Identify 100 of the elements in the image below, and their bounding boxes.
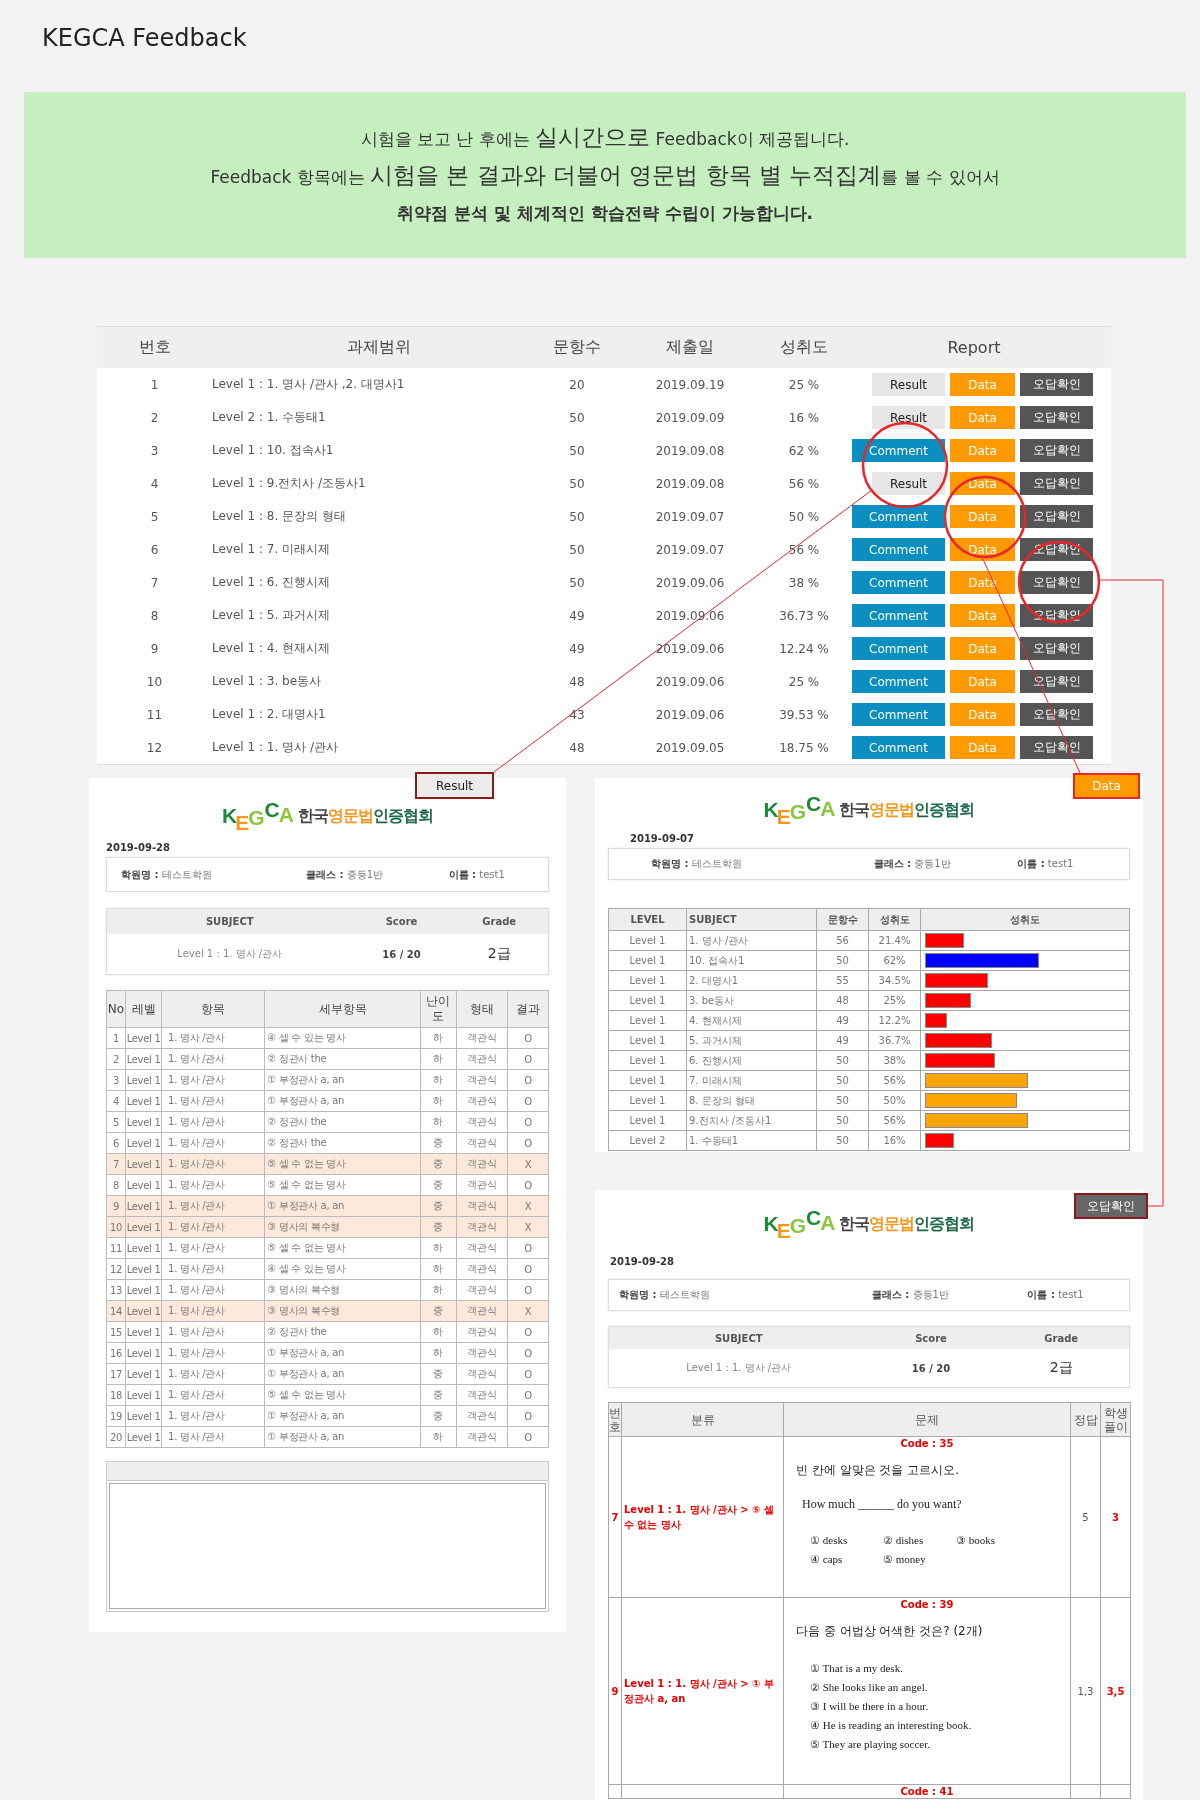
comment-button[interactable]: Comment — [852, 637, 945, 660]
table-cell-text: 49 — [568, 607, 586, 625]
wrong-answer-callout: 오답확인 — [1074, 1193, 1148, 1219]
info-text: 학원명 : 테스트학원 — [121, 867, 213, 882]
comment-button[interactable]: Comment — [852, 439, 945, 462]
table-cell-text: 3 — [149, 442, 160, 460]
table-cell: ① 부정관사 a, an — [264, 1090, 421, 1112]
data-button[interactable]: Data — [950, 604, 1015, 627]
table-cell-text: 50 — [568, 508, 586, 526]
table-cell-text: 8 — [149, 607, 160, 625]
table-cell: O — [507, 1321, 549, 1343]
table-cell: 하 — [420, 1027, 457, 1049]
table-cell-text: 38 % — [787, 574, 821, 592]
wrong-answer-button[interactable]: 오답확인 — [1020, 505, 1093, 528]
table-cell-text: Level 1 : 10. 접속사1 — [212, 442, 335, 459]
data-button[interactable]: Data — [950, 439, 1015, 462]
table-cell: 하 — [420, 1258, 457, 1280]
column-header: 난이도 — [420, 990, 457, 1028]
column-header: Score — [352, 908, 451, 934]
info-text: 이름 : test1 — [1027, 1288, 1085, 1302]
data-button[interactable]: Data — [950, 571, 1015, 594]
comment-button[interactable]: Comment — [852, 703, 945, 726]
wrong-answer-button[interactable]: 오답확인 — [1020, 472, 1093, 495]
table-cell: 하 — [420, 1090, 457, 1112]
table-cell: ① 부정관사 a, an — [264, 1069, 421, 1091]
table-cell: 5 — [106, 1111, 126, 1133]
comment-button[interactable]: Comment — [852, 670, 945, 693]
table-cell: 객관식 — [456, 1384, 508, 1406]
wrong-answer-button[interactable]: 오답확인 — [1020, 571, 1093, 594]
comment-button[interactable]: Comment — [852, 604, 945, 627]
table-cell-text: 43 — [568, 706, 586, 724]
table-cell: 중 — [420, 1363, 457, 1385]
table-cell: 5 — [1070, 1436, 1101, 1598]
table-cell: ① 부정관사 a, an — [264, 1342, 421, 1364]
comment-button[interactable]: Comment — [852, 538, 945, 561]
wrong-answer-button[interactable]: 오답확인 — [1020, 670, 1093, 693]
table-cell: 1. 명사 /관사 — [161, 1111, 265, 1133]
logo-letters: KEGCA — [222, 799, 294, 833]
data-button[interactable]: Data — [950, 637, 1015, 660]
table-cell: Level 1 — [608, 1070, 687, 1091]
table-cell: ④ 셀 수 있는 명사 — [264, 1027, 421, 1049]
table-cell: Level 1 — [125, 1342, 162, 1364]
comment-button[interactable]: Comment — [852, 571, 945, 594]
table-cell-text: 2019.09.08 — [654, 442, 726, 460]
info-text: 클래스 : 중등1반 — [306, 867, 385, 882]
banner-text: 취약점 분석 및 체계적인 학습전략 수립이 가능합니다. — [397, 202, 813, 225]
table-cell: 8. 문장의 형태 — [686, 1090, 817, 1111]
data-button[interactable]: Data — [950, 505, 1015, 528]
comment-button[interactable]: Comment — [852, 736, 945, 759]
table-cell: 9.전치사 /조동사1 — [686, 1110, 817, 1131]
table-cell: 1. 명사 /관사 — [161, 1237, 265, 1259]
column-header: Report — [837, 327, 1111, 368]
result-callout: Result — [415, 772, 494, 799]
table-cell: 21.4% — [868, 930, 921, 951]
data-button[interactable]: Data — [950, 703, 1015, 726]
result-button[interactable]: Result — [872, 373, 945, 396]
wrong-answer-button[interactable]: 오답확인 — [1020, 439, 1093, 462]
wrong-answer-button[interactable]: 오답확인 — [1020, 736, 1093, 759]
table-cell-text: 2019.09.07 — [654, 508, 726, 526]
table-cell: 2 — [106, 1048, 126, 1070]
table-cell: 객관식 — [456, 1363, 508, 1385]
table-cell: 중 — [420, 1174, 457, 1196]
table-cell: 객관식 — [456, 1321, 508, 1343]
table-cell-text: 2019.09.06 — [654, 574, 726, 592]
table-cell: 56 — [816, 930, 869, 951]
table-cell: 2019.09.19 — [609, 368, 771, 401]
table-cell: Level 1 — [608, 1010, 687, 1031]
comment-button[interactable]: Comment — [852, 505, 945, 528]
table-cell: 객관식 — [456, 1237, 508, 1259]
wrong-answer-button[interactable]: 오답확인 — [1020, 703, 1093, 726]
table-cell: 1. 명사 /관사 — [161, 1279, 265, 1301]
table-cell: O — [507, 1405, 549, 1427]
table-cell: ① 부정관사 a, an — [264, 1405, 421, 1427]
table-cell: 49 — [816, 1010, 869, 1031]
table-cell: 6. 진행시제 — [686, 1050, 817, 1071]
table-cell-text: 48 — [568, 673, 586, 691]
column-header: Score — [868, 1326, 994, 1349]
data-button[interactable]: Data — [950, 406, 1015, 429]
table-cell: ② 정관사 the — [264, 1132, 421, 1154]
wrong-answer-button[interactable]: 오답확인 — [1020, 637, 1093, 660]
column-header: Grade — [993, 1326, 1130, 1349]
table-cell: 하 — [420, 1321, 457, 1343]
table-cell: Level 2 — [608, 1130, 687, 1151]
table-cell: 객관식 — [456, 1132, 508, 1154]
table-cell: 50% — [868, 1090, 921, 1111]
data-button[interactable]: Data — [950, 373, 1015, 396]
wrong-answer-button[interactable]: 오답확인 — [1020, 406, 1093, 429]
table-cell-text: 49 — [568, 640, 586, 658]
table-cell: O — [507, 1048, 549, 1070]
wrong-answer-button[interactable]: 오답확인 — [1020, 373, 1093, 396]
table-cell: Level 1 — [608, 950, 687, 971]
data-button[interactable]: Data — [950, 736, 1015, 759]
banner-text: Feedback 항목에는 시험을 본 결과와 더불어 영문법 항목 별 누적집계를 볼 수 있어서 — [210, 161, 1000, 190]
comment-field[interactable] — [109, 1483, 546, 1609]
result-button[interactable]: Result — [872, 406, 945, 429]
result-button[interactable]: Result — [872, 472, 945, 495]
table-cell: 36.7% — [868, 1030, 921, 1051]
table-cell-text: 7 — [149, 574, 160, 592]
table-cell: ③ 명사의 복수형 — [264, 1279, 421, 1301]
data-button[interactable]: Data — [950, 670, 1015, 693]
